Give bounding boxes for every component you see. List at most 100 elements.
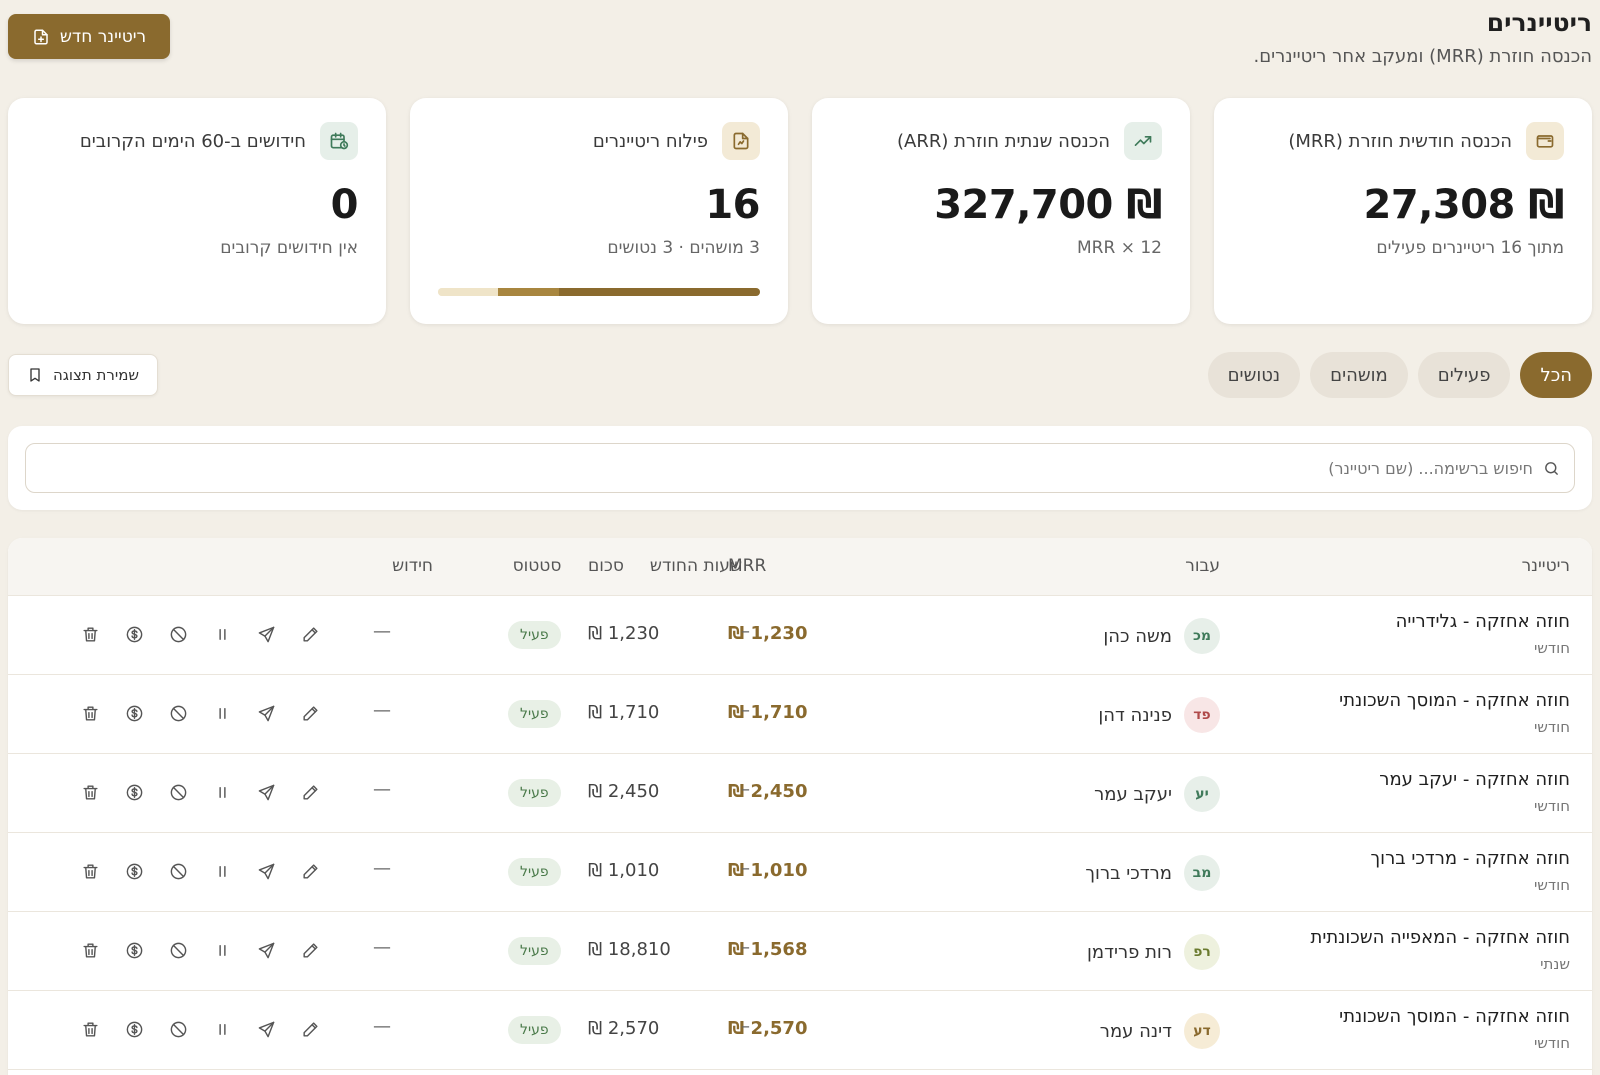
- avatar: דע: [1184, 1013, 1220, 1049]
- avatar: מב: [1184, 855, 1220, 891]
- trash-icon[interactable]: [78, 622, 102, 646]
- mrr-card: הכנסה חודשית חוזרת (MRR) ₪ 27,308 מתוך 1…: [1214, 98, 1592, 324]
- edit-pencil-icon[interactable]: [298, 622, 322, 646]
- dollar-circle-icon[interactable]: [122, 859, 146, 883]
- pause-icon[interactable]: [210, 1017, 234, 1041]
- amount-value: ₪ 18,810: [588, 939, 671, 960]
- ban-icon[interactable]: [166, 622, 190, 646]
- retainer-period: חודשי: [1533, 797, 1570, 815]
- dollar-circle-icon[interactable]: [122, 622, 146, 646]
- renewal-value: —: [373, 700, 391, 721]
- row-actions: [78, 938, 322, 962]
- trash-icon[interactable]: [78, 1017, 102, 1041]
- breakdown-progress-bar: [438, 288, 760, 296]
- tab-paused[interactable]: מושהים: [1310, 352, 1408, 398]
- ban-icon[interactable]: [166, 938, 190, 962]
- header-renewal: חידוש: [392, 556, 433, 576]
- renewals-card: חידושים ב-60 הימים הקרובים 0 אין חידושים…: [8, 98, 386, 324]
- retainer-name[interactable]: חוזה אחזקה - המוסך השכונתי: [1339, 1006, 1570, 1027]
- tab-active[interactable]: פעילים: [1417, 352, 1511, 398]
- dollar-circle-icon[interactable]: [122, 701, 146, 725]
- table-row[interactable]: חוזה אחזקה - גלידרייה חודשי מכ משה כהן ₪…: [8, 596, 1592, 675]
- pause-icon[interactable]: [210, 780, 234, 804]
- new-retainer-label: ריטיינר חדש: [59, 26, 147, 47]
- table-body: חוזה אחזקה - גלידרייה חודשי מכ משה כהן ₪…: [8, 596, 1592, 1070]
- tab-all[interactable]: הכל: [1520, 352, 1592, 398]
- search-icon: [1545, 461, 1558, 475]
- dollar-circle-icon[interactable]: [122, 1017, 146, 1041]
- search-input[interactable]: [40, 458, 1533, 478]
- save-view-button[interactable]: שמירת תצוגה: [8, 354, 158, 396]
- bookmark-icon: [30, 368, 40, 382]
- pause-icon[interactable]: [210, 938, 234, 962]
- edit-pencil-icon[interactable]: [298, 780, 322, 804]
- client-name: משה כהן: [1103, 625, 1172, 647]
- new-retainer-button[interactable]: ריטיינר חדש: [8, 14, 170, 59]
- mrr-sub: מתוך 16 ריטיינרים פעילים: [1376, 238, 1564, 258]
- hours-value: –: [741, 779, 750, 800]
- send-icon[interactable]: [254, 701, 278, 725]
- edit-pencil-icon[interactable]: [298, 938, 322, 962]
- retainer-name[interactable]: חוזה אחזקה - המאפייה השכונתית: [1311, 927, 1571, 948]
- wallet-icon: [1526, 122, 1564, 160]
- send-icon[interactable]: [254, 938, 278, 962]
- document-icon: [722, 122, 760, 160]
- progress-segment-active: [558, 288, 760, 296]
- edit-pencil-icon[interactable]: [298, 1017, 322, 1041]
- retainer-name[interactable]: חוזה אחזקה - גלידרייה: [1396, 611, 1570, 632]
- retainer-name[interactable]: חוזה אחזקה - מרדכי ברוך: [1371, 848, 1571, 869]
- status-badge: פעיל: [508, 700, 561, 728]
- avatar: פד: [1184, 697, 1220, 733]
- renewal-value: —: [373, 858, 391, 879]
- page-subtitle: הכנסה חוזרת (MRR) ומעקב אחר ריטיינרים.: [1253, 46, 1592, 67]
- pause-icon[interactable]: [210, 859, 234, 883]
- pause-icon[interactable]: [210, 622, 234, 646]
- dollar-circle-icon[interactable]: [122, 780, 146, 804]
- file-plus-icon: [34, 29, 48, 44]
- table-row[interactable]: חוזה אחזקה - המוסך השכונתי חודשי פד פנינ…: [8, 675, 1592, 754]
- send-icon[interactable]: [254, 859, 278, 883]
- row-actions: [78, 859, 322, 883]
- retainer-period: חודשי: [1533, 876, 1570, 894]
- send-icon[interactable]: [254, 780, 278, 804]
- filter-bar: הכל פעילים מושהים נטושים שמירת תצוגה: [8, 352, 1592, 398]
- progress-segment-abandoned: [438, 288, 499, 296]
- retainer-name[interactable]: חוזה אחזקה - המוסך השכונתי: [1339, 690, 1570, 711]
- trash-icon[interactable]: [78, 701, 102, 725]
- table-row[interactable]: חוזה אחזקה - מרדכי ברוך חודשי מב מרדכי ב…: [8, 833, 1592, 912]
- client-name: מרדכי ברוך: [1085, 862, 1172, 884]
- dollar-circle-icon[interactable]: [122, 938, 146, 962]
- renewal-value: —: [373, 779, 391, 800]
- hours-value: –: [741, 700, 750, 721]
- ban-icon[interactable]: [166, 859, 190, 883]
- client-cell: מב מרדכי ברוך: [1085, 855, 1220, 891]
- arr-card: הכנסה שנתית חוזרת (ARR) ₪ 327,700 MRR × …: [812, 98, 1190, 324]
- ban-icon[interactable]: [166, 701, 190, 725]
- ban-icon[interactable]: [166, 780, 190, 804]
- calendar-clock-icon: [320, 122, 358, 160]
- edit-pencil-icon[interactable]: [298, 701, 322, 725]
- pause-icon[interactable]: [210, 701, 234, 725]
- trash-icon[interactable]: [78, 780, 102, 804]
- trash-icon[interactable]: [78, 859, 102, 883]
- amount-value: ₪ 1,010: [588, 860, 660, 881]
- trash-icon[interactable]: [78, 938, 102, 962]
- mrr-value: ₪ 27,308: [1363, 182, 1565, 228]
- client-cell: מכ משה כהן: [1103, 618, 1220, 654]
- renewal-value: —: [373, 621, 391, 642]
- client-cell: יע יעקב עמר: [1094, 776, 1220, 812]
- edit-pencil-icon[interactable]: [298, 859, 322, 883]
- table-header: ריטיינר עבור סכום MRR שעות החודש סטטוס ח…: [8, 538, 1592, 596]
- send-icon[interactable]: [254, 1017, 278, 1041]
- progress-segment-paused: [498, 288, 559, 296]
- table-row[interactable]: חוזה אחזקה - יעקב עמר חודשי יע יעקב עמר …: [8, 754, 1592, 833]
- tab-abandoned[interactable]: נטושים: [1207, 352, 1301, 398]
- table-row[interactable]: חוזה אחזקה - המאפייה השכונתית שנתי רפ רו…: [8, 912, 1592, 991]
- ban-icon[interactable]: [166, 1017, 190, 1041]
- send-icon[interactable]: [254, 622, 278, 646]
- arr-label: הכנסה שנתית חוזרת (ARR): [896, 130, 1110, 152]
- retainers-table: ריטיינר עבור סכום MRR שעות החודש סטטוס ח…: [8, 538, 1592, 1075]
- retainer-name[interactable]: חוזה אחזקה - יעקב עמר: [1379, 769, 1570, 790]
- table-row[interactable]: חוזה אחזקה - המוסך השכונתי חודשי דע דינה…: [8, 991, 1592, 1070]
- client-name: פנינה דהן: [1098, 704, 1172, 726]
